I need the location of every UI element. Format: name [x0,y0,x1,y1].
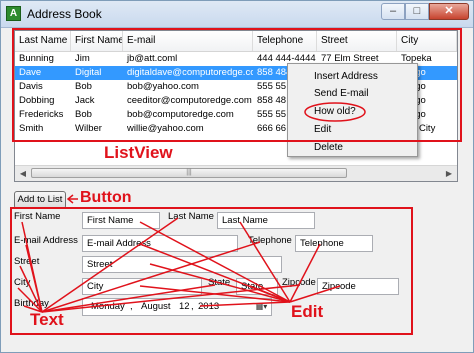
button-annotation-label: Button [80,189,132,206]
how-old-highlight-ellipse [304,102,366,122]
annotation-arrows [17,102,366,313]
text-pointer-email [25,244,43,313]
edit-pointer-birthday [199,301,291,307]
text-pointer-street [19,265,43,313]
text-pointer-state [41,284,216,313]
edit-annotation-label: Edit [291,302,324,321]
listview-annotation-label: ListView [104,143,173,162]
text-annotation-label: Text [30,310,64,329]
edit-pointer-first-name [139,221,291,303]
